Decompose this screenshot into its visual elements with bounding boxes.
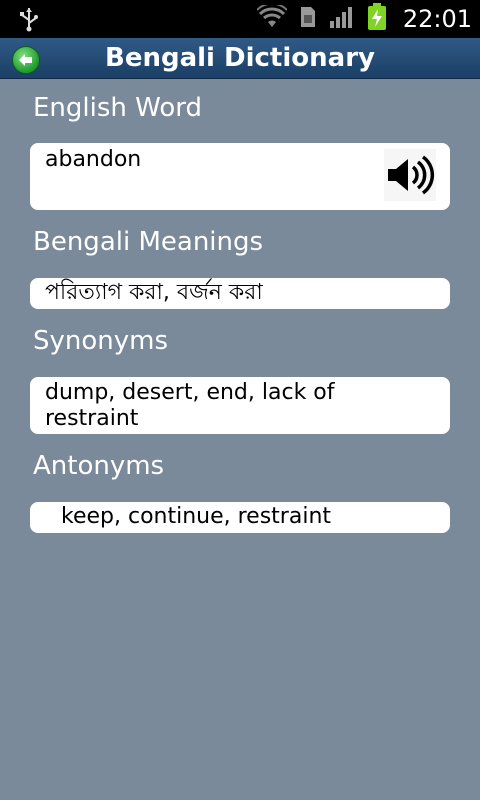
wifi-icon: [256, 2, 288, 33]
synonyms-value: dump, desert, end, lack of restraint: [45, 380, 335, 431]
battery-charging-icon: [367, 3, 387, 35]
bengali-meanings-value: পরিত্যাগ করা, বর্জন করা: [45, 280, 263, 305]
page-title: Bengali Dictionary: [105, 43, 375, 73]
antonyms-label: Antonyms: [33, 451, 165, 481]
usb-icon: [18, 6, 40, 32]
signal-icon: [329, 5, 355, 33]
english-word-label: English Word: [33, 93, 202, 123]
synonyms-label: Synonyms: [33, 326, 169, 356]
status-bar: 22:01: [0, 0, 480, 38]
english-word-field[interactable]: abandon: [30, 143, 450, 210]
speaker-icon[interactable]: [384, 149, 436, 201]
antonyms-field: keep, continue, restraint: [30, 502, 450, 533]
synonyms-field: dump, desert, end, lack of restraint: [30, 377, 450, 434]
sim-icon: [299, 5, 317, 33]
antonyms-value: keep, continue, restraint: [61, 504, 332, 529]
english-word-value: abandon: [45, 147, 142, 172]
bengali-meanings-label: Bengali Meanings: [33, 227, 264, 257]
bengali-meanings-field: পরিত্যাগ করা, বর্জন করা: [30, 278, 450, 309]
title-bar: Bengali Dictionary: [0, 38, 480, 79]
status-time: 22:01: [402, 5, 472, 33]
main-content: English Word abandon Bengali Meanings পর…: [0, 79, 480, 800]
